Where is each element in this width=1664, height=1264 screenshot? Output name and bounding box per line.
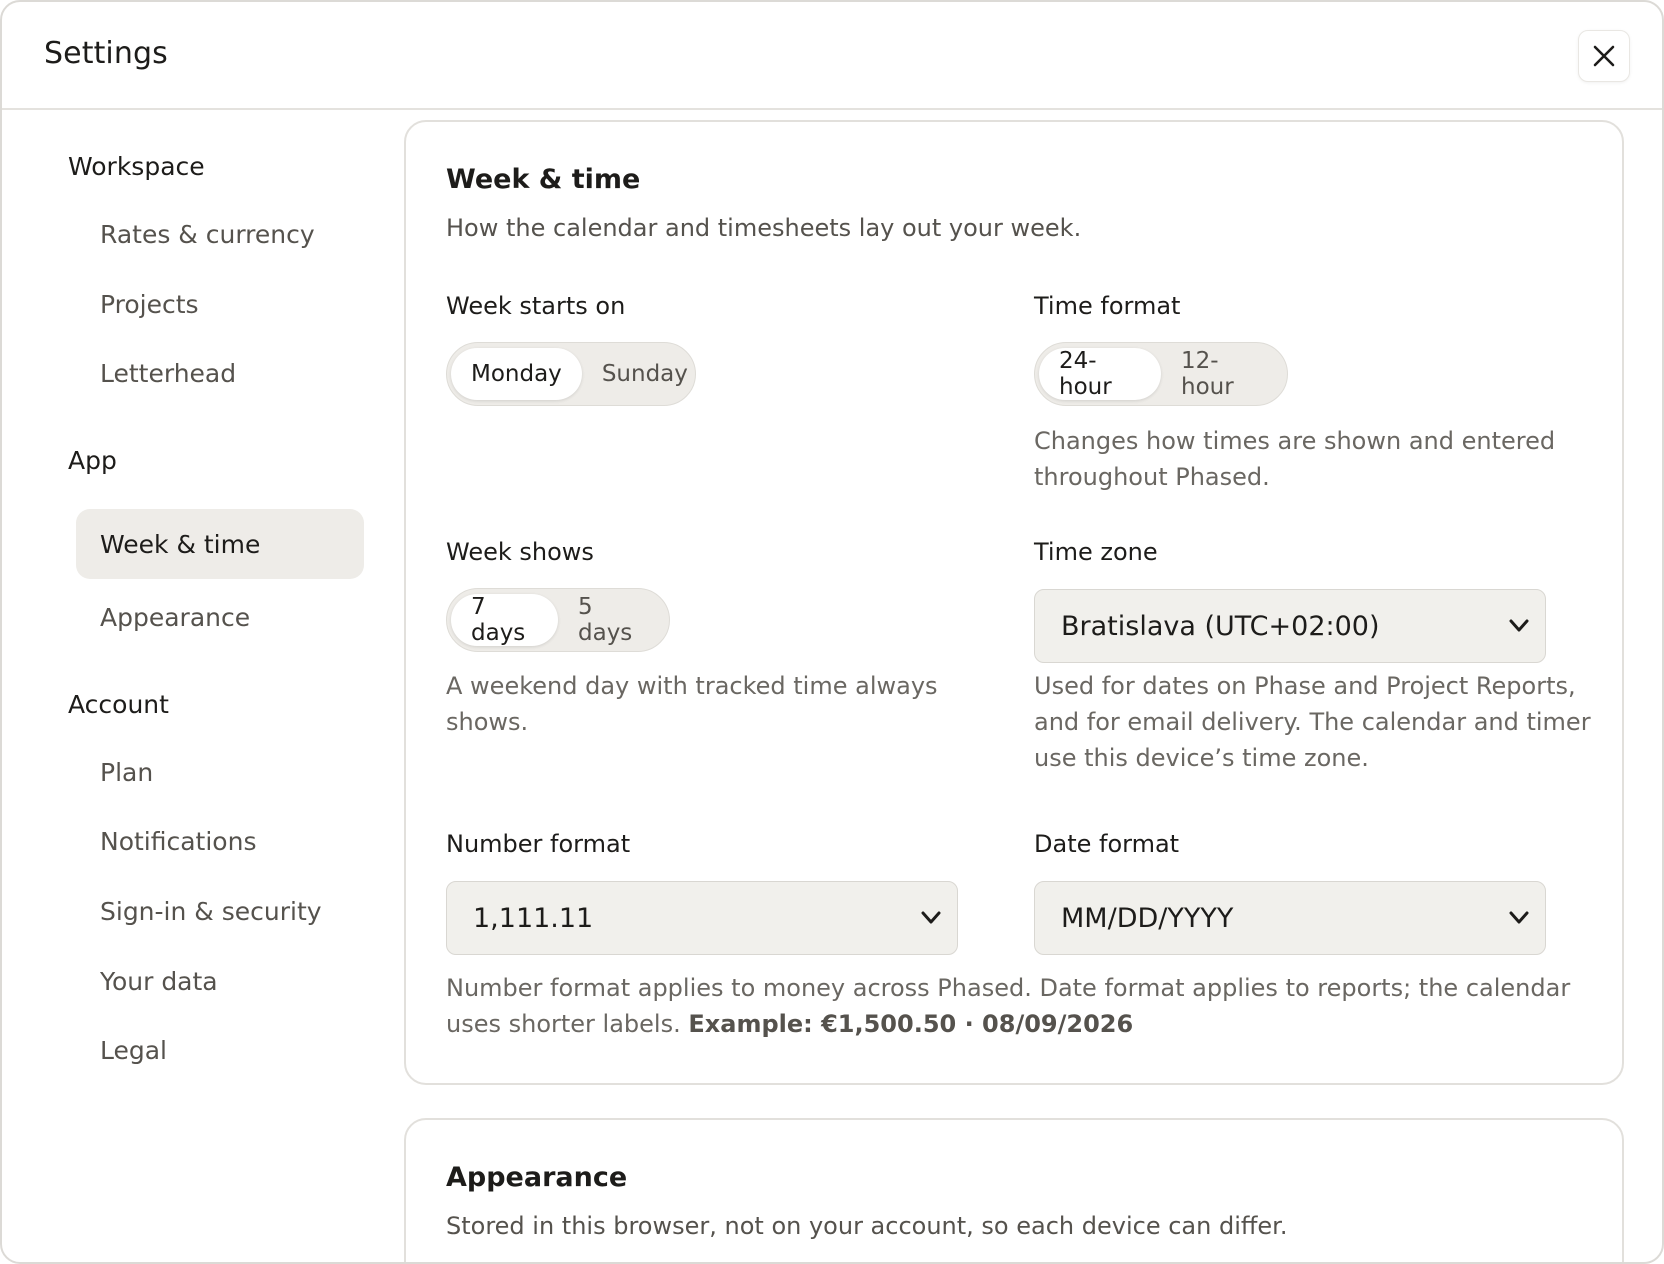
dialog-title: Settings xyxy=(44,36,168,71)
sidebar-item-plan[interactable]: Plan xyxy=(76,737,364,807)
number-format-select[interactable]: 1,111.11 xyxy=(446,881,958,955)
sidebar-item-notifications[interactable]: Notifications xyxy=(76,806,364,876)
time-format-toggle: 24-hour 12-hour xyxy=(1034,342,1288,406)
week-time-card: Week & time How the calendar and timeshe… xyxy=(404,120,1624,1085)
appearance-subtitle: Stored in this browser, not on your acco… xyxy=(446,1212,1288,1240)
number-format-label: Number format xyxy=(446,830,631,858)
time-zone-value: Bratislava (UTC+02:00) xyxy=(1061,610,1380,642)
format-example: Example: €1,500.50 · 08/09/2026 xyxy=(688,1010,1134,1038)
sidebar-item-legal[interactable]: Legal xyxy=(76,1015,364,1085)
settings-dialog: Settings Workspace Rates & currency Proj… xyxy=(0,0,1664,1264)
close-button[interactable] xyxy=(1578,30,1630,82)
dialog-header: Settings xyxy=(2,2,1662,110)
chevron-down-icon xyxy=(1509,619,1529,632)
sidebar-item-letterhead[interactable]: Letterhead xyxy=(76,338,364,408)
time-zone-label: Time zone xyxy=(1034,538,1158,566)
sidebar-item-sign-in-security[interactable]: Sign-in & security xyxy=(76,876,364,946)
week-shows-help: A weekend day with tracked time always s… xyxy=(446,672,938,736)
appearance-card: Appearance Stored in this browser, not o… xyxy=(404,1118,1624,1262)
time-format-24h[interactable]: 24-hour xyxy=(1039,348,1161,400)
sidebar-item-rates-currency[interactable]: Rates & currency xyxy=(76,199,364,269)
week-shows-toggle: 7 days 5 days xyxy=(446,588,670,652)
sidebar-group-app: App xyxy=(68,446,117,475)
number-format-value: 1,111.11 xyxy=(473,902,594,934)
week-shows-label: Week shows xyxy=(446,538,594,566)
time-zone-select[interactable]: Bratislava (UTC+02:00) xyxy=(1034,589,1546,663)
chevron-down-icon xyxy=(921,911,941,924)
format-help: Number format applies to money across Ph… xyxy=(446,974,1571,1038)
week-starts-toggle: Monday Sunday xyxy=(446,342,696,406)
appearance-title: Appearance xyxy=(446,1162,628,1193)
sidebar-item-projects[interactable]: Projects xyxy=(76,269,364,339)
sidebar-group-account: Account xyxy=(68,690,169,719)
date-format-value: MM/DD/YYYY xyxy=(1061,902,1234,934)
time-format-help: Changes how times are shown and entered … xyxy=(1034,427,1556,491)
sidebar-item-week-time[interactable]: Week & time xyxy=(76,509,364,579)
settings-sidebar: Workspace Rates & currency Projects Lett… xyxy=(2,110,382,1262)
chevron-down-icon xyxy=(1509,911,1529,924)
sidebar-item-appearance[interactable]: Appearance xyxy=(76,582,364,652)
close-icon xyxy=(1593,45,1615,67)
sidebar-group-workspace: Workspace xyxy=(68,152,205,181)
week-starts-sunday[interactable]: Sunday xyxy=(582,348,708,400)
section-subtitle: How the calendar and timesheets lay out … xyxy=(446,214,1082,242)
sidebar-item-your-data[interactable]: Your data xyxy=(76,946,364,1016)
week-starts-monday[interactable]: Monday xyxy=(451,348,582,400)
week-shows-7-days[interactable]: 7 days xyxy=(451,594,558,646)
time-format-label: Time format xyxy=(1034,292,1181,320)
time-format-12h[interactable]: 12-hour xyxy=(1161,348,1283,400)
date-format-select[interactable]: MM/DD/YYYY xyxy=(1034,881,1546,955)
week-starts-label: Week starts on xyxy=(446,292,626,320)
week-shows-5-days[interactable]: 5 days xyxy=(558,594,665,646)
time-zone-help: Used for dates on Phase and Project Repo… xyxy=(1034,672,1591,772)
date-format-label: Date format xyxy=(1034,830,1180,858)
section-title: Week & time xyxy=(446,164,641,195)
